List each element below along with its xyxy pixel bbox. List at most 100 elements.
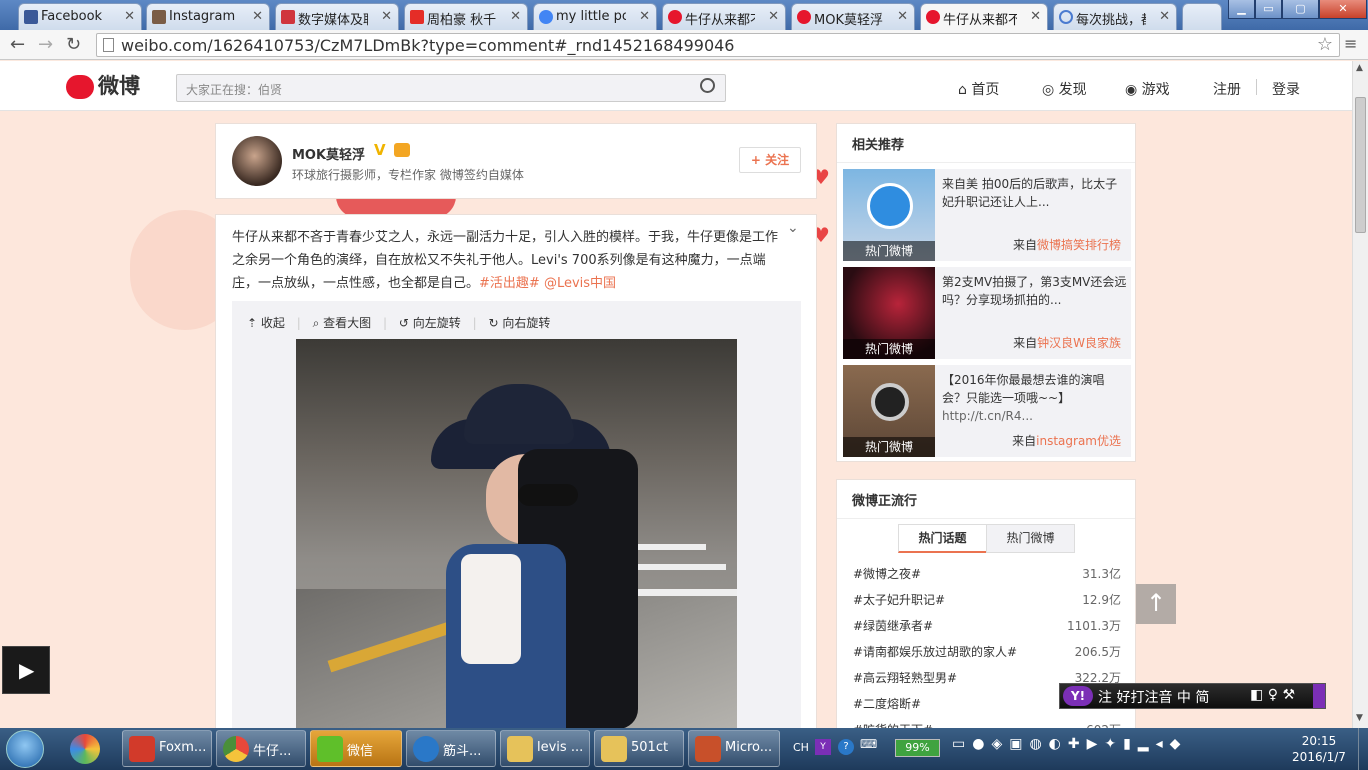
close-icon[interactable]: ✕ <box>381 9 392 24</box>
topic[interactable]: #二度熔断# <box>853 697 921 711</box>
taskbar-app[interactable]: 微信 <box>310 730 402 767</box>
topic[interactable]: #高云翔轻熟型男# <box>853 671 957 685</box>
language-indicator[interactable]: CH <box>793 741 809 754</box>
nav-home[interactable]: ⌂ 首页 <box>958 79 999 99</box>
taskbar-app[interactable]: 筋斗... <box>406 730 496 767</box>
related-link[interactable]: http://t.cn/R4... <box>942 409 1033 423</box>
taskbar-app[interactable]: levis ... <box>500 730 590 767</box>
nav-register[interactable]: 注册 <box>1213 79 1241 99</box>
close-icon[interactable]: ✕ <box>768 9 779 24</box>
tab-instagram[interactable]: Instagram ✕ <box>146 3 270 30</box>
trending-row[interactable]: #请南都娱乐放过胡歌的家人# 206.5万 <box>853 643 1121 665</box>
scroll-down-icon[interactable]: ▼ <box>1356 713 1363 723</box>
ime-toolbar[interactable]: Y! 注 好打注音 中 简 ◧ ♀ ⚒ <box>1059 683 1326 709</box>
close-icon[interactable]: ✕ <box>510 9 521 24</box>
weibo-logo[interactable]: 微博 <box>66 70 140 100</box>
source-link[interactable]: instagram优选 <box>1036 434 1121 448</box>
related-item[interactable]: 热门微博 来自美 拍00后的后歌声，比太子妃升职记还让人上... 来自微博搞笑排… <box>843 169 1131 261</box>
topic[interactable]: #绿茵继承者# <box>853 619 933 633</box>
topic[interactable]: #太子妃升职记# <box>853 593 945 607</box>
scrollbar[interactable]: ▲ ▼ <box>1352 61 1368 728</box>
new-tab-button[interactable] <box>1182 3 1222 30</box>
related-item[interactable]: 热门微博 【2016年你最最想去谁的演唱会？只能选一项哦~~】 http://t.… <box>843 365 1131 457</box>
pinned-app[interactable] <box>62 732 108 766</box>
clock[interactable]: 20:15 2016/1/7 <box>1284 733 1354 765</box>
close-icon[interactable]: ✕ <box>1030 9 1041 24</box>
trending-row[interactable]: #太子妃升职记# 12.9亿 <box>853 591 1121 613</box>
rotate-right-button[interactable]: ↻ 向右旋转 <box>488 316 550 330</box>
help-icon[interactable]: ? <box>838 739 854 755</box>
thumbnail[interactable]: 热门微博 <box>843 267 935 359</box>
close-icon[interactable]: ✕ <box>897 9 908 24</box>
ime-grip[interactable] <box>1313 684 1325 708</box>
system-tray[interactable]: ▭●◈▣◍◐✚▶✦▮▂◂◆ <box>952 736 1282 762</box>
nav-discover[interactable]: ◎ 发现 <box>1042 79 1087 99</box>
ime-tools-icon[interactable]: ◧ ♀ ⚒ <box>1250 687 1295 703</box>
mention-link[interactable]: @Levis中国 <box>544 276 616 291</box>
close-window-button[interactable]: ✕ <box>1319 0 1367 19</box>
tab-facebook[interactable]: Facebook ✕ <box>18 3 142 30</box>
video-player-thumbnail[interactable]: ▶ <box>2 646 50 694</box>
source-link[interactable]: 微博搞笑排行榜 <box>1037 238 1121 252</box>
topic[interactable]: #请南都娱乐放过胡歌的家人# <box>853 645 1017 659</box>
tab-weibo-2[interactable]: MOK莫轻浮的 ✕ <box>791 3 915 30</box>
play-icon[interactable]: ▶ <box>19 658 34 682</box>
user-button[interactable]: ▭ <box>1255 0 1282 19</box>
scrollbar-thumb[interactable] <box>1355 97 1366 233</box>
related-text[interactable]: 【2016年你最最想去谁的演唱会？只能选一项哦~~】 http://t.cn/R4… <box>942 371 1127 425</box>
tab-hot-topics[interactable]: 热门话题 <box>898 524 987 553</box>
topic[interactable]: #微博之夜# <box>853 567 921 581</box>
author-name[interactable]: MOK莫轻浮 <box>292 144 365 163</box>
taskbar-app[interactable]: Foxm... <box>122 730 212 767</box>
collapse-button[interactable]: ⇡ 收起 <box>247 316 285 330</box>
address-bar[interactable]: weibo.com/1626410753/CzM7LDmBk?type=comm… <box>96 33 1340 57</box>
star-icon[interactable]: ☆ <box>1317 34 1333 55</box>
maximize-button[interactable]: ▢ <box>1282 0 1319 19</box>
forward-icon[interactable]: → <box>38 34 53 55</box>
ime-options-icon[interactable]: ⌨ <box>860 737 877 751</box>
related-item[interactable]: 热门微博 第2支MV拍摄了，第3支MV还会远吗？分享现场抓拍的... 来自钟汉良… <box>843 267 1131 359</box>
related-text[interactable]: 来自美 拍00后的后歌声，比太子妃升职记还让人上... <box>942 175 1127 211</box>
tab-google[interactable]: my little pony ✕ <box>533 3 657 30</box>
close-icon[interactable]: ✕ <box>252 9 263 24</box>
taskbar-app[interactable]: 501ct <box>594 730 684 767</box>
back-icon[interactable]: ← <box>10 34 25 55</box>
nav-games[interactable]: ◉ 游戏 <box>1125 79 1170 99</box>
battery-indicator[interactable]: 99% <box>895 739 940 757</box>
scroll-up-icon[interactable]: ▲ <box>1356 63 1363 73</box>
taskbar-app[interactable]: Micro... <box>688 730 780 767</box>
search-input[interactable]: 大家正在搜：伯贤 <box>176 74 726 102</box>
close-icon[interactable]: ✕ <box>639 9 650 24</box>
nav-login[interactable]: 登录 <box>1272 79 1300 99</box>
chevron-down-icon[interactable]: ⌄ <box>787 220 799 236</box>
tab-loading[interactable]: 每次挑战，都是 ✕ <box>1053 3 1177 30</box>
tab-weibo-1[interactable]: 牛仔从来都不会 ✕ <box>662 3 786 30</box>
follow-button[interactable]: + 关注 <box>739 147 801 173</box>
search-icon[interactable] <box>700 78 715 93</box>
reload-icon[interactable]: ↻ <box>66 34 81 55</box>
rotate-left-button[interactable]: ↺ 向左旋转 <box>399 316 461 330</box>
show-desktop-button[interactable] <box>1358 728 1368 770</box>
related-text[interactable]: 第2支MV拍摄了，第3支MV还会远吗？分享现场抓拍的... <box>942 273 1127 309</box>
trending-row[interactable]: #绿茵继承者# 1101.3万 <box>853 617 1121 639</box>
post-photo[interactable] <box>296 339 737 733</box>
thumbnail[interactable]: 热门微博 <box>843 169 935 261</box>
menu-icon[interactable]: ≡ <box>1344 34 1357 53</box>
tab-weibo-active[interactable]: 牛仔从来都不会 ✕ <box>920 3 1048 30</box>
start-button[interactable] <box>6 730 44 768</box>
yahoo-ime-icon[interactable]: Y <box>815 739 831 755</box>
close-icon[interactable]: ✕ <box>1159 9 1170 24</box>
hashtag-link[interactable]: #活出趣# <box>479 276 540 291</box>
source-link[interactable]: 钟汉良W良家族 <box>1037 336 1121 350</box>
avatar[interactable] <box>232 136 282 186</box>
close-icon[interactable]: ✕ <box>124 9 135 24</box>
trending-row[interactable]: #微博之夜# 31.3亿 <box>853 565 1121 587</box>
view-large-button[interactable]: ⌕ 查看大图 <box>313 316 372 330</box>
back-to-top-button[interactable]: ↑ <box>1136 584 1176 624</box>
tab-youtube[interactable]: 周柏豪 秋千 - ✕ <box>404 3 528 30</box>
taskbar-app[interactable]: 牛仔... <box>216 730 306 767</box>
tab-digital-media[interactable]: 数字媒体及职业 ✕ <box>275 3 399 30</box>
thumbnail[interactable]: 热门微博 <box>843 365 935 457</box>
tab-hot-weibo[interactable]: 热门微博 <box>986 524 1075 553</box>
minimize-button[interactable]: ▁ <box>1228 0 1255 19</box>
